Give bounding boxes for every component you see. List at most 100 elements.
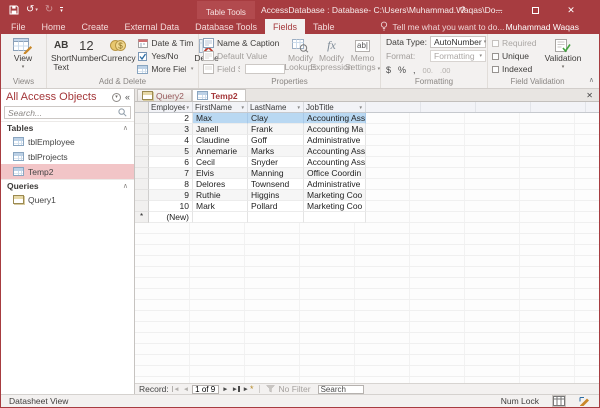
cell[interactable]: Cecil	[193, 157, 248, 168]
ribbon-tab-create[interactable]: Create	[74, 19, 117, 34]
cell[interactable]: Delores	[193, 179, 248, 190]
required-checkbox[interactable]: Required	[492, 38, 542, 48]
cell[interactable]: Administrative	[304, 179, 366, 190]
cell[interactable]: Ruthie	[193, 190, 248, 201]
minimize-button[interactable]: ─	[481, 5, 517, 15]
number-button[interactable]: 12 Number	[71, 37, 101, 63]
maximize-button[interactable]	[517, 7, 553, 14]
new-record-button[interactable]: ►*	[243, 386, 254, 393]
cell[interactable]: Elvis	[193, 168, 248, 179]
cell[interactable]: 2	[149, 113, 193, 124]
document-close-button[interactable]: ✕	[586, 89, 593, 101]
column-dropdown-icon[interactable]: ▼	[358, 105, 363, 110]
qat-customize-button[interactable]: ▾	[60, 7, 63, 13]
new-row-selector[interactable]: *	[135, 212, 149, 223]
cell[interactable]: Manning	[248, 168, 304, 179]
row-selector[interactable]	[135, 190, 149, 201]
new-row-cell[interactable]: (New)	[149, 212, 193, 223]
collapse-ribbon-button[interactable]: ∧	[589, 76, 594, 84]
cell[interactable]: Janell	[193, 124, 248, 135]
cell[interactable]: Marketing Coo	[304, 201, 366, 212]
apply-percent-button[interactable]: %	[398, 65, 406, 75]
cell[interactable]: Office Coordin	[304, 168, 366, 179]
cell[interactable]: 5	[149, 146, 193, 157]
filter-indicator[interactable]: No Filter	[266, 384, 310, 394]
ribbon-tab-file[interactable]: File	[3, 19, 34, 34]
column-dropdown-icon[interactable]: ▼	[296, 105, 301, 110]
cell[interactable]: Goff	[248, 135, 304, 146]
cell[interactable]: Accounting Ass	[304, 113, 366, 124]
cell[interactable]: Marketing Coo	[304, 190, 366, 201]
indexed-checkbox[interactable]: Indexed	[492, 64, 542, 74]
select-all-corner[interactable]	[135, 102, 149, 112]
cell[interactable]: 8	[149, 179, 193, 190]
cell[interactable]: Higgins	[248, 190, 304, 201]
nav-item-tblemployee[interactable]: tblEmployee	[1, 134, 134, 149]
cell[interactable]: Administrative	[304, 135, 366, 146]
previous-record-button[interactable]: ◄	[183, 386, 189, 393]
memo-settings-button[interactable]: ab| Memo Settings▾	[347, 37, 378, 74]
cell[interactable]: 9	[149, 190, 193, 201]
first-record-button[interactable]: ◄	[172, 386, 180, 393]
apply-currency-button[interactable]: $	[386, 65, 391, 75]
nav-group-header-tables[interactable]: Tables∧	[1, 121, 134, 134]
row-selector[interactable]	[135, 168, 149, 179]
cell[interactable]: 4	[149, 135, 193, 146]
column-dropdown-icon[interactable]: ▼	[240, 105, 245, 110]
apply-comma-button[interactable]: ,	[413, 65, 416, 75]
currency-button[interactable]: $ Currency	[101, 37, 135, 63]
column-header-lastname[interactable]: LastName▼	[248, 102, 304, 112]
cell[interactable]: Accounting Ass	[304, 157, 366, 168]
cell[interactable]: Frank	[248, 124, 304, 135]
cell[interactable]: Mark	[193, 201, 248, 212]
column-header-jobtitle[interactable]: JobTitle▼	[304, 102, 366, 112]
nav-pane-menu-icon[interactable]: ▾	[112, 93, 121, 102]
ribbon-tab-fields[interactable]: Fields	[265, 19, 305, 34]
redo-button[interactable]: ↻	[45, 5, 53, 15]
field-size-button[interactable]: Field Size	[203, 63, 285, 75]
record-search-input[interactable]	[318, 385, 364, 394]
validation-button[interactable]: Validation ▾	[542, 37, 584, 70]
cell[interactable]: Accounting Ass	[304, 146, 366, 157]
cell[interactable]: Snyder	[248, 157, 304, 168]
format-dropdown[interactable]: Formatting ▾	[430, 50, 486, 62]
cell[interactable]: Annemarie	[193, 146, 248, 157]
user-account[interactable]: Muhammad Waqas	[506, 19, 579, 34]
column-header-firstname[interactable]: FirstName▼	[193, 102, 248, 112]
nav-search-box[interactable]	[4, 106, 131, 119]
modify-expression-button[interactable]: fx Modify Expression	[316, 37, 347, 72]
column-header-employeeid[interactable]: EmployeeID▼	[149, 102, 193, 112]
tell-me-box[interactable]: Tell me what you want to do...	[380, 19, 504, 34]
next-record-button[interactable]: ►	[222, 386, 228, 393]
cell[interactable]: Accounting Ma	[304, 124, 366, 135]
decrease-decimals-icon[interactable]: .00	[440, 66, 450, 75]
row-selector[interactable]	[135, 135, 149, 146]
help-button[interactable]: ?	[445, 5, 481, 15]
row-selector[interactable]	[135, 146, 149, 157]
last-record-button[interactable]: ►	[232, 386, 240, 393]
nav-search-input[interactable]	[8, 108, 118, 118]
field-size-input[interactable]	[245, 64, 285, 74]
record-position-box[interactable]	[192, 385, 219, 394]
column-dropdown-icon[interactable]: ▼	[185, 105, 190, 110]
ribbon-tab-home[interactable]: Home	[34, 19, 74, 34]
cell[interactable]	[248, 212, 304, 223]
undo-button[interactable]: ↺▾	[26, 5, 38, 15]
cell[interactable]: Marks	[248, 146, 304, 157]
cell[interactable]	[304, 212, 366, 223]
ribbon-tab-external-data[interactable]: External Data	[117, 19, 188, 34]
row-selector[interactable]	[135, 201, 149, 212]
cell[interactable]: 7	[149, 168, 193, 179]
yes-no-button[interactable]: Yes/No	[137, 50, 193, 62]
save-button[interactable]	[9, 5, 19, 15]
document-tab-temp2[interactable]: Temp2	[192, 89, 246, 101]
more-fields-button[interactable]: More Fields ▾	[137, 63, 193, 75]
default-value-button[interactable]: Default Value	[203, 50, 285, 62]
nav-item-tblprojects[interactable]: tblProjects	[1, 149, 134, 164]
row-selector[interactable]	[135, 113, 149, 124]
cell[interactable]: Max	[193, 113, 248, 124]
row-selector[interactable]	[135, 157, 149, 168]
close-button[interactable]: ✕	[553, 5, 589, 16]
cell[interactable]: Pollard	[248, 201, 304, 212]
datasheet-view-button[interactable]	[553, 396, 565, 406]
